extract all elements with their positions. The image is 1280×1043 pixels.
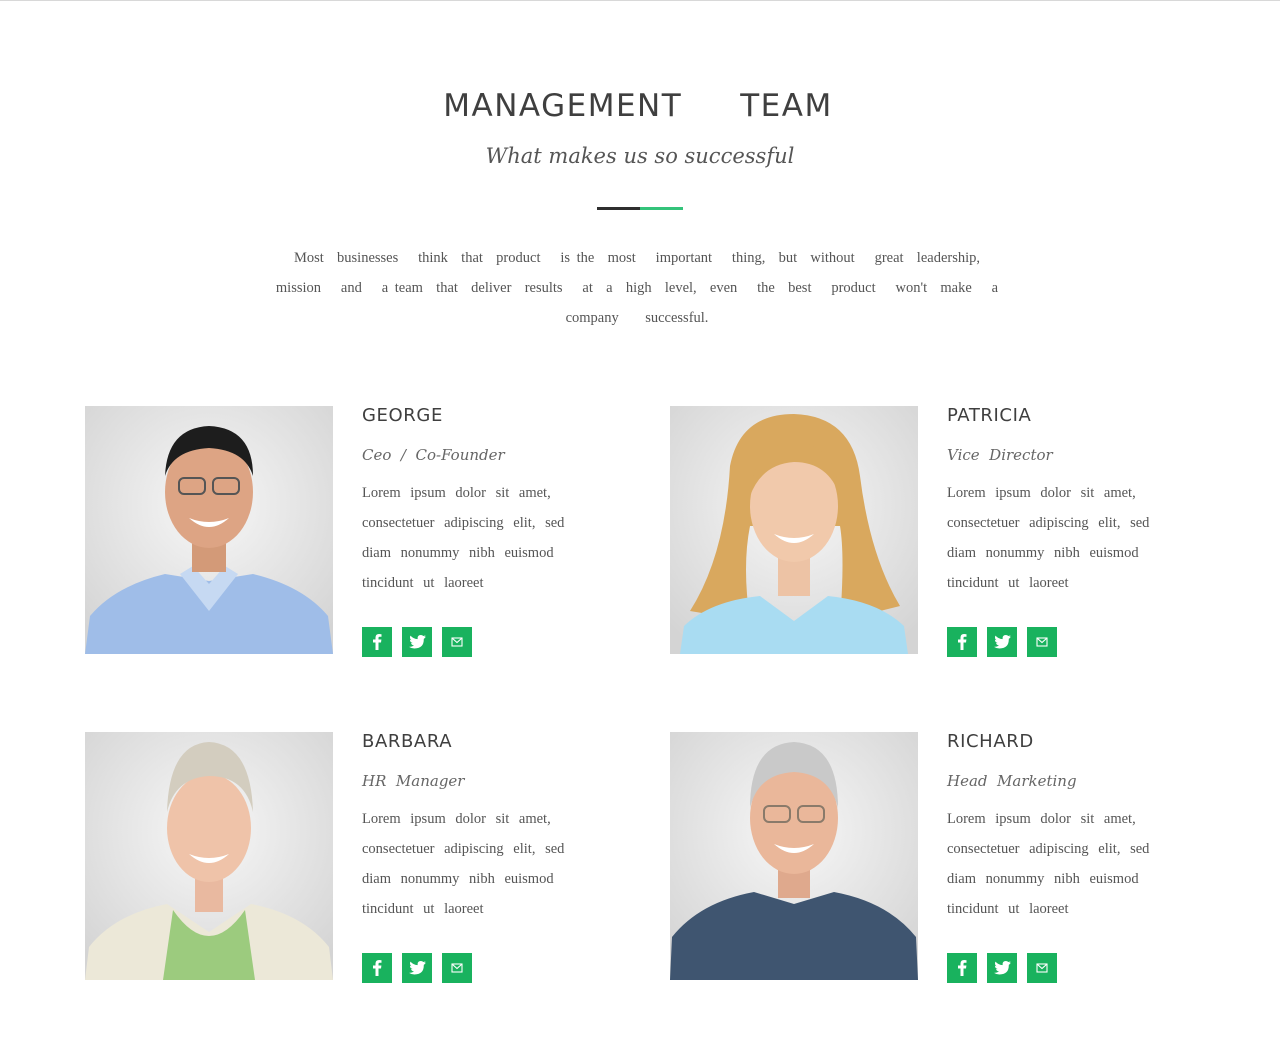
member-social-links (947, 953, 1067, 983)
twitter-link[interactable] (987, 953, 1017, 983)
divider-green-segment (640, 207, 683, 210)
email-link[interactable] (1027, 627, 1057, 657)
facebook-link[interactable] (947, 627, 977, 657)
top-divider-line (0, 0, 1280, 1)
email-icon (1036, 963, 1048, 973)
member-bio: Lorem ipsum dolor sit amet, consectetuer… (947, 485, 1150, 591)
member-social-links (362, 627, 482, 657)
twitter-link[interactable] (402, 953, 432, 983)
member-bio: Lorem ipsum dolor sit amet, consectetuer… (947, 811, 1150, 917)
facebook-icon (958, 960, 967, 976)
member-name: PATRICIA (947, 405, 1032, 426)
divider-dark-segment (597, 207, 640, 210)
facebook-link[interactable] (362, 953, 392, 983)
team-member-card: PATRICIA Vice Director Lorem ipsum dolor… (670, 405, 1230, 657)
facebook-icon (958, 634, 967, 650)
facebook-link[interactable] (362, 627, 392, 657)
team-member-card: GEORGE Ceo / Co-Founder Lorem ipsum dolo… (85, 405, 645, 657)
section-title: MANAGEMENT TEAM (443, 88, 833, 124)
facebook-icon (373, 960, 382, 976)
email-icon (451, 637, 463, 647)
member-role: Vice Director (947, 446, 1053, 464)
member-photo-george (85, 406, 333, 654)
email-link[interactable] (1027, 953, 1057, 983)
member-bio: Lorem ipsum dolor sit amet, consectetuer… (362, 811, 565, 917)
member-role: Ceo / Co-Founder (362, 446, 505, 464)
section-subtitle: What makes us so successful (485, 144, 795, 168)
twitter-icon (994, 635, 1011, 649)
email-link[interactable] (442, 627, 472, 657)
member-role: Head Marketing (947, 772, 1077, 790)
member-role: HR Manager (362, 772, 465, 790)
facebook-link[interactable] (947, 953, 977, 983)
team-member-card: RICHARD Head Marketing Lorem ipsum dolor… (670, 731, 1230, 983)
twitter-icon (409, 961, 426, 975)
twitter-icon (409, 635, 426, 649)
member-photo-richard (670, 732, 918, 980)
member-name: RICHARD (947, 731, 1034, 752)
twitter-link[interactable] (987, 627, 1017, 657)
member-social-links (362, 953, 482, 983)
member-bio: Lorem ipsum dolor sit amet, consectetuer… (362, 485, 565, 591)
member-name: BARBARA (362, 731, 453, 752)
section-intro-text: Most businesses think that product is th… (275, 250, 1012, 326)
member-name: GEORGE (362, 405, 443, 426)
team-member-card: BARBARA HR Manager Lorem ipsum dolor sit… (85, 731, 645, 983)
email-link[interactable] (442, 953, 472, 983)
member-photo-barbara (85, 732, 333, 980)
title-accent-divider (597, 207, 683, 210)
email-icon (451, 963, 463, 973)
twitter-icon (994, 961, 1011, 975)
email-icon (1036, 637, 1048, 647)
facebook-icon (373, 634, 382, 650)
member-social-links (947, 627, 1067, 657)
twitter-link[interactable] (402, 627, 432, 657)
member-photo-patricia (670, 406, 918, 654)
